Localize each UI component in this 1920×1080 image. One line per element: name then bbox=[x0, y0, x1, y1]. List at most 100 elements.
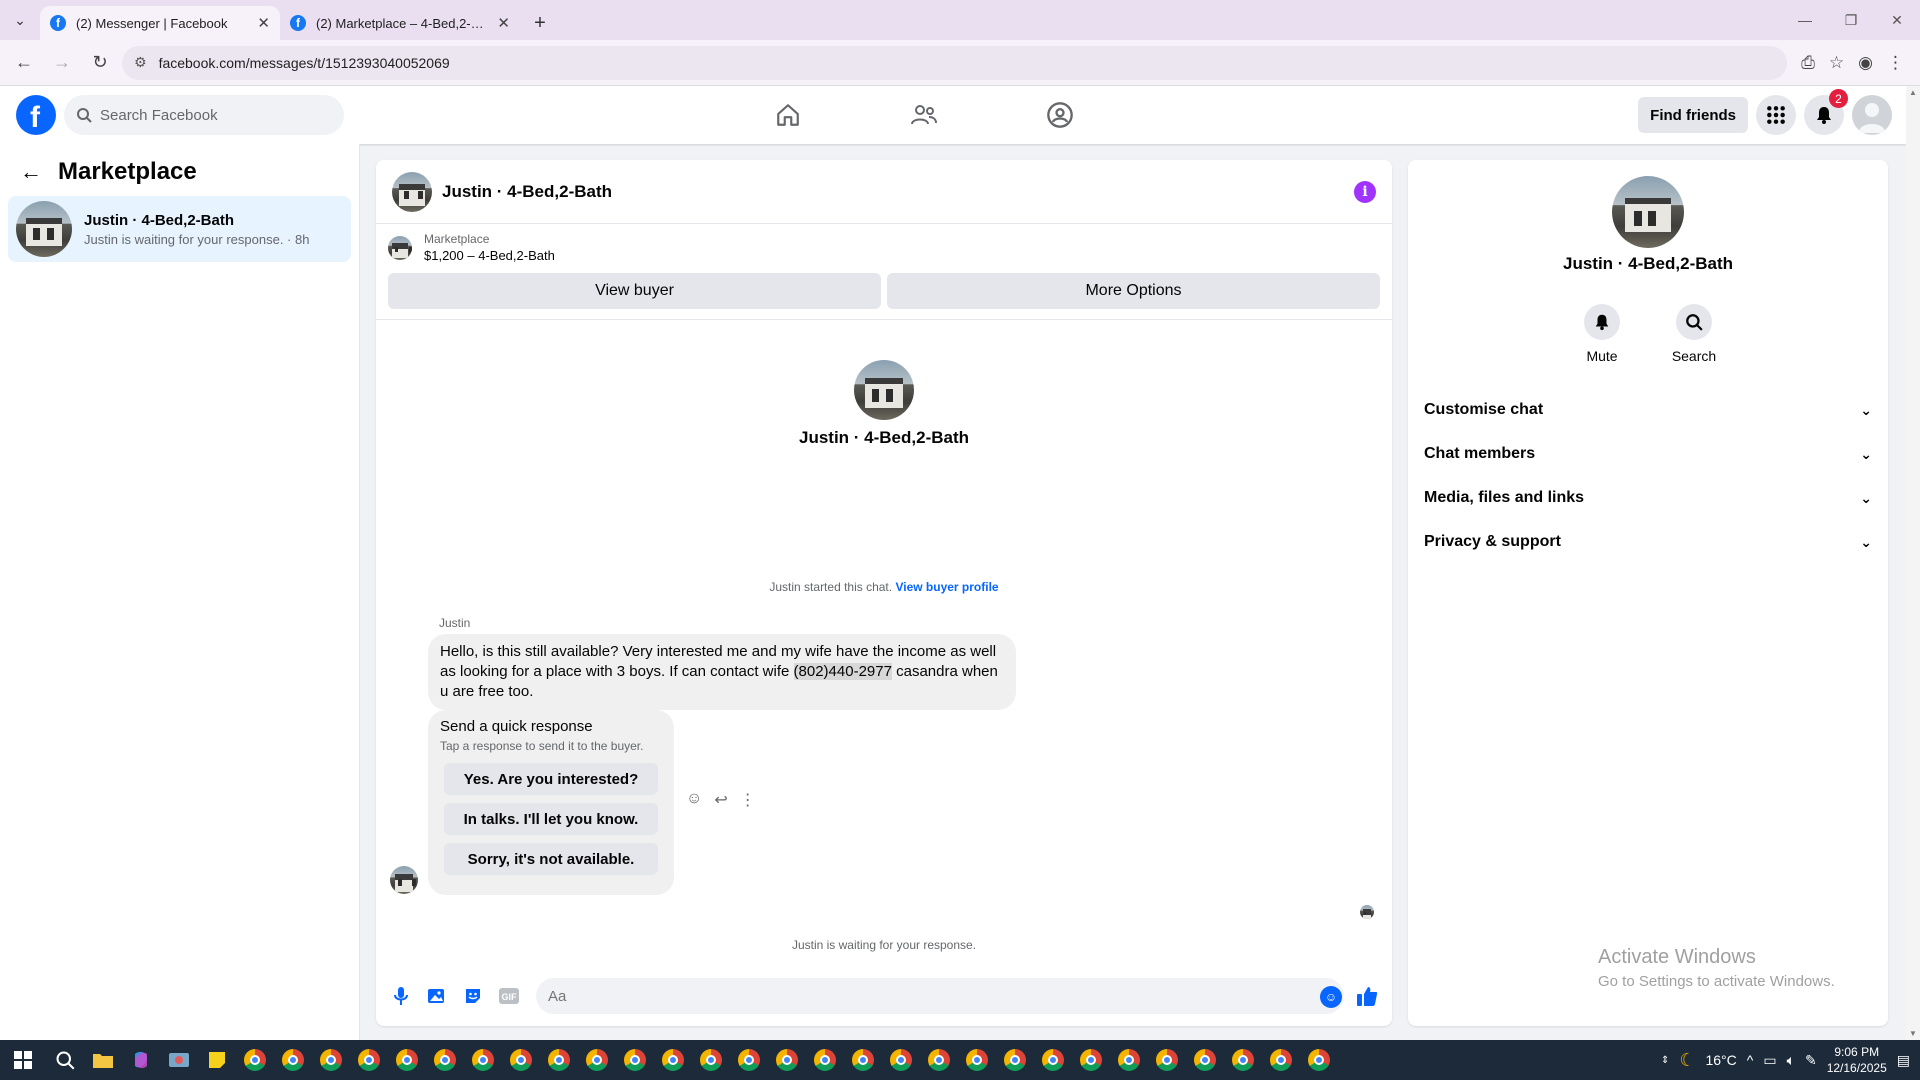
copilot-icon[interactable] bbox=[122, 1040, 160, 1080]
details-avatar[interactable] bbox=[1612, 176, 1684, 248]
chrome-icon[interactable] bbox=[1224, 1040, 1262, 1080]
tab-search-chevron-icon[interactable]: ⌄ bbox=[0, 0, 40, 40]
volume-icon[interactable]: 🔈︎ bbox=[1787, 1052, 1795, 1069]
view-buyer-button[interactable]: View buyer bbox=[388, 273, 881, 309]
browser-tab-marketplace[interactable]: f (2) Marketplace – 4-Bed,2-Bath ✕ bbox=[280, 6, 520, 40]
temperature[interactable]: 16°C bbox=[1705, 1052, 1736, 1068]
search-in-chat-button[interactable]: Search bbox=[1664, 304, 1724, 364]
chrome-icon[interactable] bbox=[312, 1040, 350, 1080]
facebook-logo-icon[interactable]: f bbox=[16, 95, 56, 135]
browser-tab-messenger[interactable]: f (2) Messenger | Facebook ✕ bbox=[40, 6, 280, 40]
chrome-icon[interactable] bbox=[616, 1040, 654, 1080]
chrome-icon[interactable] bbox=[1262, 1040, 1300, 1080]
emoji-icon[interactable]: ☺ bbox=[1320, 986, 1342, 1008]
gif-icon[interactable]: GIF bbox=[496, 983, 522, 1009]
sticker-icon[interactable] bbox=[460, 983, 486, 1009]
sticky-notes-icon[interactable] bbox=[198, 1040, 236, 1080]
reload-icon[interactable]: ↻ bbox=[84, 47, 116, 79]
chrome-icon[interactable] bbox=[1148, 1040, 1186, 1080]
new-tab-plus-icon[interactable]: + bbox=[520, 6, 560, 40]
chrome-icon[interactable] bbox=[540, 1040, 578, 1080]
quick-response-in-talks-button[interactable]: In talks. I'll let you know. bbox=[444, 803, 658, 835]
chrome-icon[interactable] bbox=[578, 1040, 616, 1080]
taskbar-scroll-chevron-icon[interactable]: ⇕ bbox=[1661, 1055, 1669, 1066]
chrome-icon[interactable] bbox=[1186, 1040, 1224, 1080]
chrome-icon[interactable] bbox=[844, 1040, 882, 1080]
browser-menu-icon[interactable]: ⋮ bbox=[1887, 53, 1904, 73]
forward-arrow-icon[interactable]: → bbox=[46, 47, 78, 79]
chrome-icon[interactable] bbox=[426, 1040, 464, 1080]
site-info-icon[interactable]: ⚙ bbox=[134, 54, 147, 71]
notifications-button[interactable]: 2 bbox=[1804, 89, 1848, 135]
search-facebook-input[interactable]: Search Facebook bbox=[64, 95, 344, 135]
privacy-support-section[interactable]: Privacy & support ⌄ bbox=[1424, 520, 1872, 564]
address-bar[interactable]: ⚙ facebook.com/messages/t/15123930400520… bbox=[122, 45, 1788, 80]
quick-response-yes-button[interactable]: Yes. Are you interested? bbox=[444, 763, 658, 795]
friends-icon[interactable] bbox=[896, 91, 952, 139]
notification-center-icon[interactable]: ▤ bbox=[1897, 1052, 1910, 1069]
chrome-icon[interactable] bbox=[236, 1040, 274, 1080]
close-tab-icon[interactable]: ✕ bbox=[257, 14, 270, 32]
chrome-icon[interactable] bbox=[1300, 1040, 1338, 1080]
app-icon[interactable] bbox=[160, 1040, 198, 1080]
windows-start-icon[interactable] bbox=[0, 1040, 46, 1080]
customise-chat-section[interactable]: Customise chat ⌄ bbox=[1424, 388, 1872, 432]
chrome-icon[interactable] bbox=[350, 1040, 388, 1080]
weather-moon-icon[interactable]: ☾ bbox=[1679, 1050, 1695, 1071]
taskbar-search-icon[interactable] bbox=[46, 1040, 84, 1080]
message-input[interactable] bbox=[536, 978, 1344, 1014]
clock[interactable]: 9:06 PM 12/16/2025 bbox=[1827, 1044, 1887, 1076]
minimize-icon[interactable]: — bbox=[1782, 0, 1828, 40]
chrome-icon[interactable] bbox=[388, 1040, 426, 1080]
quick-response-sorry-button[interactable]: Sorry, it's not available. bbox=[444, 843, 658, 875]
chrome-icon[interactable] bbox=[730, 1040, 768, 1080]
close-window-icon[interactable]: ✕ bbox=[1874, 0, 1920, 40]
account-avatar[interactable] bbox=[1852, 95, 1892, 135]
chrome-icon[interactable] bbox=[920, 1040, 958, 1080]
chrome-icon[interactable] bbox=[502, 1040, 540, 1080]
chat-members-section[interactable]: Chat members ⌄ bbox=[1424, 432, 1872, 476]
chrome-icon[interactable] bbox=[1072, 1040, 1110, 1080]
info-icon[interactable]: i bbox=[1354, 180, 1376, 203]
chrome-icon[interactable] bbox=[996, 1040, 1034, 1080]
back-arrow-icon[interactable]: ← bbox=[20, 159, 42, 185]
chrome-icon[interactable] bbox=[882, 1040, 920, 1080]
chrome-icon[interactable] bbox=[654, 1040, 692, 1080]
microphone-icon[interactable] bbox=[388, 983, 414, 1009]
chrome-icon[interactable] bbox=[1110, 1040, 1148, 1080]
mute-button[interactable]: Mute bbox=[1572, 304, 1632, 364]
back-arrow-icon[interactable]: ← bbox=[8, 47, 40, 79]
bookmark-star-icon[interactable]: ☆ bbox=[1829, 53, 1844, 73]
profile-icon[interactable]: ◉ bbox=[1858, 53, 1873, 73]
chrome-icon[interactable] bbox=[274, 1040, 312, 1080]
chrome-icon[interactable] bbox=[1034, 1040, 1072, 1080]
photo-icon[interactable] bbox=[424, 983, 450, 1009]
restore-icon[interactable]: ❐ bbox=[1828, 0, 1874, 40]
more-options-button[interactable]: More Options bbox=[887, 273, 1380, 309]
media-files-links-section[interactable]: Media, files and links ⌄ bbox=[1424, 476, 1872, 520]
menu-grid-icon[interactable] bbox=[1756, 95, 1796, 135]
chrome-icon[interactable] bbox=[806, 1040, 844, 1080]
tray-overflow-chevron-icon[interactable]: ^ bbox=[1747, 1052, 1754, 1068]
react-smiley-icon[interactable]: ☺ bbox=[686, 790, 702, 810]
close-tab-icon[interactable]: ✕ bbox=[497, 14, 510, 32]
page-scrollbar[interactable] bbox=[1906, 86, 1920, 1040]
groups-icon[interactable] bbox=[1032, 91, 1088, 139]
message-bubble[interactable]: Hello, is this still available? Very int… bbox=[428, 634, 1016, 710]
chrome-icon[interactable] bbox=[692, 1040, 730, 1080]
chrome-icon[interactable] bbox=[464, 1040, 502, 1080]
home-icon[interactable] bbox=[760, 91, 816, 139]
chat-avatar[interactable] bbox=[392, 171, 432, 212]
pen-icon[interactable]: ✎ bbox=[1805, 1052, 1817, 1069]
file-explorer-icon[interactable] bbox=[84, 1040, 122, 1080]
reply-arrow-icon[interactable]: ↩ bbox=[714, 790, 727, 810]
chrome-icon[interactable] bbox=[958, 1040, 996, 1080]
chrome-icon[interactable] bbox=[768, 1040, 806, 1080]
chat-title[interactable]: Justin · 4-Bed,2-Bath bbox=[442, 182, 1344, 202]
thumbs-up-icon[interactable] bbox=[1354, 983, 1380, 1009]
conversation-item[interactable]: Justin · 4-Bed,2-Bath Justin is waiting … bbox=[8, 196, 351, 262]
view-buyer-profile-link[interactable]: View buyer profile bbox=[895, 580, 998, 594]
find-friends-button[interactable]: Find friends bbox=[1638, 97, 1748, 133]
network-icon[interactable]: ▭ bbox=[1763, 1052, 1776, 1069]
more-vertical-icon[interactable]: ⋮ bbox=[740, 790, 756, 810]
